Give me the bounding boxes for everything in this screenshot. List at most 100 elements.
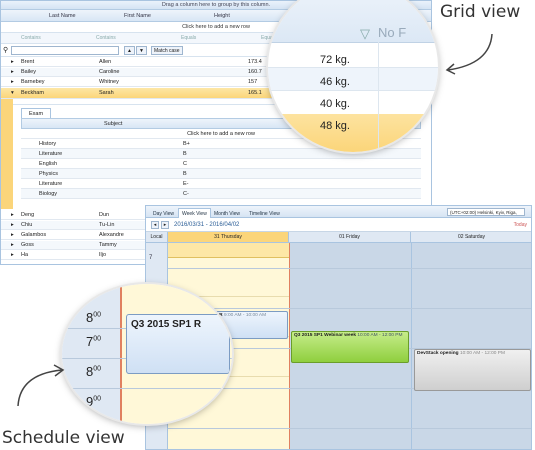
date-range: 2016/03/31 - 2016/04/02 <box>174 222 240 228</box>
cell: History <box>39 141 57 147</box>
day-header-friday[interactable]: 01 Friday <box>289 232 411 243</box>
tab-day-view[interactable]: Day View <box>149 208 178 218</box>
filter-height[interactable]: Equals <box>181 33 196 44</box>
detail-row[interactable]: Biology C- <box>21 189 421 199</box>
appointment[interactable]: DevStack opening 10:00 AM - 12:00 PM <box>414 349 531 391</box>
arrow-icon <box>445 33 493 75</box>
filter-icon[interactable]: ▽ <box>360 26 370 42</box>
lens-filter-text: No F <box>378 25 407 40</box>
expand-icon[interactable]: ▸ <box>11 231 14 240</box>
arrow-icon <box>17 364 65 407</box>
cell: English <box>39 161 58 167</box>
lens-minutes: 00 <box>93 395 102 403</box>
cell: 157 <box>248 79 258 85</box>
day-header-saturday[interactable]: 02 Saturday <box>411 232 531 243</box>
next-button[interactable]: ▸ <box>161 221 169 229</box>
cell: Literature <box>39 151 63 157</box>
local-header: Local <box>146 232 168 243</box>
lens-filter-bar <box>268 0 438 42</box>
cell: Caroline <box>99 69 120 75</box>
divider <box>268 42 438 43</box>
timezone-select[interactable]: (UTC+02:00) Helsinki, Kyiv, Riga, <box>447 208 525 216</box>
lens-minutes: 00 <box>93 311 102 319</box>
tab-month-view[interactable]: Month View <box>210 208 244 218</box>
appointment[interactable]: Q3 2015 SP1 Webinar week 10:00 AM - 12:0… <box>291 331 409 363</box>
detail-row[interactable]: Physics B <box>21 169 421 179</box>
divider <box>168 428 531 429</box>
detail-row[interactable]: Literature E- <box>21 179 421 189</box>
lens-hour: 700 <box>86 334 101 349</box>
lens-appointment[interactable]: Q3 2015 SP1 R <box>126 314 230 374</box>
day-header-thursday[interactable]: 31 Thursday <box>168 232 289 243</box>
cell: Beckham <box>21 90 44 96</box>
schedule-magnifier: 800 700 800 900 Q3 2015 SP1 R <box>62 284 232 424</box>
lens-hour: 900 <box>86 394 101 409</box>
search-next-button[interactable]: ▼ <box>136 46 147 55</box>
tab-exam[interactable]: Exam <box>21 108 51 118</box>
hour-label: 7 <box>149 255 153 261</box>
prev-button[interactable]: ◂ <box>151 221 159 229</box>
detail-row[interactable]: English C <box>21 159 421 169</box>
cell: Sarah <box>99 90 114 96</box>
lens-hour: 800 <box>86 364 101 379</box>
col-last-name[interactable]: Last Name <box>49 10 76 22</box>
expand-icon[interactable]: ▸ <box>11 78 14 87</box>
tab-week-view[interactable]: Week View <box>178 208 211 218</box>
lens-row-selected <box>268 114 438 152</box>
appointment-title: DevStack opening <box>417 351 459 356</box>
lens-weight: 46 kg. <box>320 76 350 88</box>
cell: Iljo <box>99 252 107 258</box>
filter-first[interactable]: Contains <box>96 33 116 44</box>
cell: Deng <box>21 212 35 218</box>
local-label: Local <box>150 234 163 240</box>
search-prev-button[interactable]: ▲ <box>124 46 135 55</box>
cell: Chiu <box>21 222 33 228</box>
divider <box>268 90 438 91</box>
divider <box>378 42 379 152</box>
expand-icon[interactable]: ▸ <box>11 221 14 230</box>
appointment-time: 10:00 AM - 12:00 PM <box>357 333 403 338</box>
lens-minutes: 00 <box>93 335 102 343</box>
cell: C- <box>183 191 189 197</box>
cell: B <box>183 151 187 157</box>
date-navigation: ◂ ▸ 2016/03/31 - 2016/04/02 Today <box>146 218 531 232</box>
selected-row-indicator <box>1 99 13 209</box>
collapse-icon[interactable]: ▾ <box>11 88 14 99</box>
cell: Ha <box>21 252 29 258</box>
cell: Alexandre <box>99 232 124 238</box>
today-link[interactable]: Today <box>514 220 527 230</box>
cell: 165.1 <box>248 90 262 96</box>
cell: Literature <box>39 181 63 187</box>
cell: Goss <box>21 242 34 248</box>
col-height[interactable]: Height <box>214 10 230 22</box>
match-case-button[interactable]: Match case <box>151 46 183 55</box>
expand-icon[interactable]: ▸ <box>11 68 14 77</box>
cell: B+ <box>183 141 190 147</box>
expand-icon[interactable]: ▸ <box>11 241 14 250</box>
divider <box>168 268 531 269</box>
expand-icon[interactable]: ▸ <box>11 251 14 260</box>
caption-grid-view: Grid view <box>440 2 521 22</box>
col-first-name[interactable]: First Name <box>124 10 151 22</box>
cell: Physics <box>39 171 58 177</box>
divider <box>168 257 289 258</box>
divider <box>62 388 232 389</box>
appointment-time: 10:00 AM - 12:00 PM <box>459 351 505 356</box>
search-icon: ⚲ <box>3 47 9 54</box>
appointment-title: Q3 2015 SP1 Webinar week <box>294 333 357 338</box>
lens-minutes: 00 <box>93 365 102 373</box>
search-input[interactable] <box>11 46 119 55</box>
cell: Tu-Lin <box>99 222 115 228</box>
all-day-slot[interactable] <box>168 243 289 257</box>
lens-hour: 800 <box>86 310 101 325</box>
tab-timeline-view[interactable]: Timeline View <box>245 208 284 218</box>
expand-icon[interactable]: ▸ <box>11 58 14 67</box>
filter-last[interactable]: Contains <box>21 33 41 44</box>
expand-icon[interactable]: ▸ <box>11 211 14 220</box>
cell: Allen <box>99 59 112 65</box>
cell: Tammy <box>99 242 117 248</box>
cell: E- <box>183 181 189 187</box>
divider <box>411 243 412 449</box>
lens-appointment-title: Q3 2015 SP1 R <box>131 319 202 330</box>
lens-weight: 48 kg. <box>320 120 350 132</box>
